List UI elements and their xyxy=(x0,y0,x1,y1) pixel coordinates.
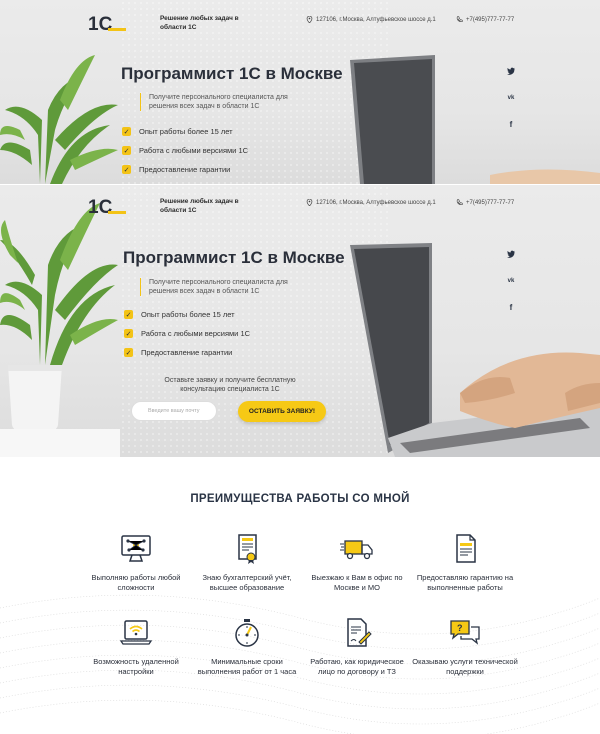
address: 127106, г.Москва, Алтуфьевское шоссе д.1 xyxy=(306,199,436,206)
check-icon: ✓ xyxy=(122,165,131,174)
advantage-label: Возможность удаленной настройки xyxy=(93,657,179,676)
check-icon: ✓ xyxy=(122,146,131,155)
phone-text: +7(495)777-77-77 xyxy=(466,199,515,206)
logo[interactable]: 1С xyxy=(88,195,128,218)
certificate-icon xyxy=(229,533,265,565)
location-pin-icon xyxy=(306,16,313,23)
guarantee-document-icon xyxy=(447,533,483,565)
facebook-icon[interactable]: f xyxy=(506,120,516,129)
cta-text: Оставьте заявку и получите бесплатную ко… xyxy=(164,377,296,393)
plant-image xyxy=(0,55,118,184)
vk-icon[interactable]: vk xyxy=(506,277,516,286)
submit-request-button[interactable]: ОСТАВИТЬ ЗАЯВКУ! xyxy=(238,401,326,422)
stopwatch-icon xyxy=(229,617,265,649)
advantage-item: ? Оказываю услуги технической поддержки xyxy=(410,617,520,677)
check-icon: ✓ xyxy=(124,310,133,319)
social-links: vk f xyxy=(506,250,516,312)
hero-subtitle: Получите персонального специалиста для р… xyxy=(140,278,300,296)
brand-tagline: Решение любых задач в области 1С xyxy=(160,15,239,31)
plant-image xyxy=(0,203,120,457)
feature-item: ✓ Опыт работы более 15 лет xyxy=(124,310,235,319)
location-pin-icon xyxy=(306,199,313,206)
twitter-icon[interactable] xyxy=(506,67,516,77)
feature-item: ✓ Предоставление гарантии xyxy=(122,165,231,174)
feature-list: ✓ Опыт работы более 15 лет ✓ Работа с любы… xyxy=(124,305,250,362)
advantage-item: Предоставляю гарантию на выполненные раб… xyxy=(410,533,520,593)
contract-icon xyxy=(339,617,375,649)
phone[interactable]: +7(495)777-77-77 xyxy=(456,199,514,206)
advantage-item: Работаю, как юридическое лицо по договор… xyxy=(302,617,412,677)
feature-list: ✓ Опыт работы более 15 лет ✓ Работа с любы… xyxy=(122,122,248,179)
address-text: 127106, г.Москва, Алтуфьевское шоссе д.1 xyxy=(316,16,436,23)
feature-item: ✓ Опыт работы более 15 лет xyxy=(122,127,233,136)
advantage-label: Знаю бухгалтерский учёт, высшее образова… xyxy=(202,573,292,592)
advantage-item: Выезжаю к Вам в офис по Москве и МО xyxy=(302,533,412,593)
laptop-image xyxy=(350,243,600,457)
delivery-truck-icon xyxy=(339,533,375,565)
laptop-image xyxy=(350,55,600,184)
check-icon: ✓ xyxy=(124,329,133,338)
email-input[interactable] xyxy=(131,401,217,421)
hero-title: Программист 1С в Москве xyxy=(121,64,343,83)
address-text: 127106, г.Москва, Алтуфьевское шоссе д.1 xyxy=(316,199,436,206)
advantage-label: Предоставляю гарантию на выполненные раб… xyxy=(416,573,514,592)
logo[interactable]: 1С xyxy=(88,12,128,35)
advantage-label: Оказываю услуги технической поддержки xyxy=(412,657,518,676)
phone-icon xyxy=(456,16,463,23)
hero-subtitle: Получите персонального специалиста для р… xyxy=(140,93,300,111)
feature-item: ✓ Работа с любыми версиями 1С xyxy=(122,146,249,155)
facebook-icon[interactable]: f xyxy=(506,303,516,312)
check-icon: ✓ xyxy=(122,127,131,136)
phone[interactable]: +7(495)777-77-77 xyxy=(456,16,514,23)
feature-item: ✓ Работа с любыми версиями 1С xyxy=(124,329,251,338)
twitter-icon[interactable] xyxy=(506,250,516,260)
phone-icon xyxy=(456,199,463,206)
phone-text: +7(495)777-77-77 xyxy=(466,16,515,23)
advantages-title: ПРЕИМУЩЕСТВА РАБОТЫ СО МНОЙ xyxy=(190,493,410,505)
hero-banner-preview: 1С Решение любых задач в области 1С 1271… xyxy=(0,0,600,184)
remote-wifi-icon xyxy=(118,617,154,649)
svg-text:?: ? xyxy=(457,623,463,633)
support-chat-icon: ? xyxy=(447,617,483,649)
check-icon: ✓ xyxy=(124,348,133,357)
network-monitor-icon xyxy=(118,533,154,565)
advantage-label: Работаю, как юридическое лицо по договор… xyxy=(310,657,404,676)
address: 127106, г.Москва, Алтуфьевское шоссе д.1 xyxy=(306,16,436,23)
advantage-label: Выполняю работы любой сложности xyxy=(91,573,181,592)
vk-icon[interactable]: vk xyxy=(506,94,516,103)
advantage-item: Знаю бухгалтерский учёт, высшее образова… xyxy=(192,533,302,593)
hero-title: Программист 1С в Москве xyxy=(123,248,345,267)
advantage-label: Выезжаю к Вам в офис по Москве и МО xyxy=(311,573,403,592)
brand-tagline: Решение любых задач в области 1С xyxy=(160,198,239,214)
social-links: vk f xyxy=(506,67,516,129)
feature-item: ✓ Предоставление гарантии xyxy=(124,348,233,357)
advantage-item: Выполняю работы любой сложности xyxy=(81,533,191,593)
advantage-label: Минимальные сроки выполнения работ от 1 … xyxy=(197,657,297,676)
advantage-item: Возможность удаленной настройки xyxy=(81,617,191,677)
advantage-item: Минимальные сроки выполнения работ от 1 … xyxy=(192,617,302,677)
